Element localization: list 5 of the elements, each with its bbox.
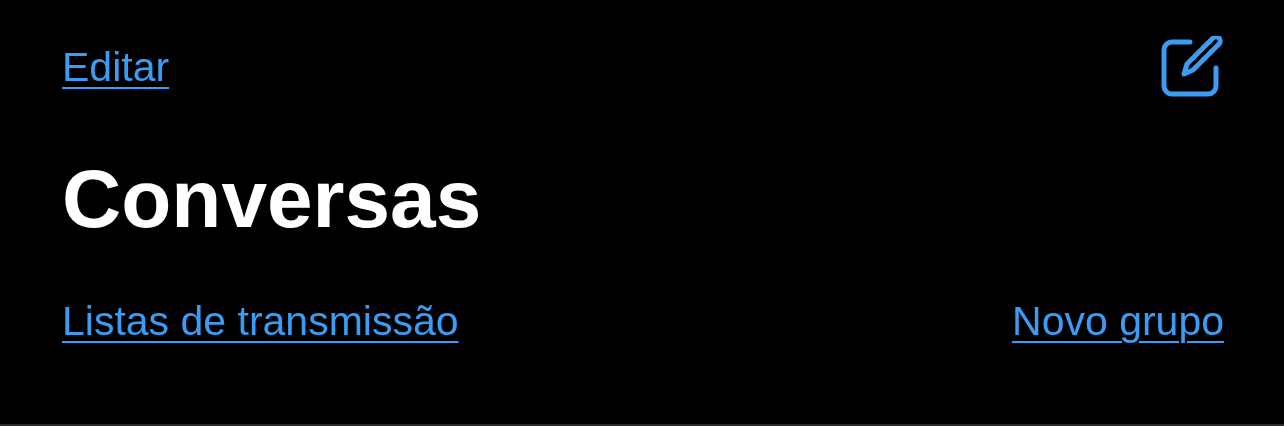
link[interactable]: Novo grupo	[1012, 298, 1224, 345]
compose-icon[interactable]	[1160, 36, 1224, 98]
edit-link[interactable]: Editar	[62, 43, 170, 91]
page-title: Conversas	[62, 154, 483, 244]
link[interactable]: Listas de transmissão	[62, 298, 459, 345]
